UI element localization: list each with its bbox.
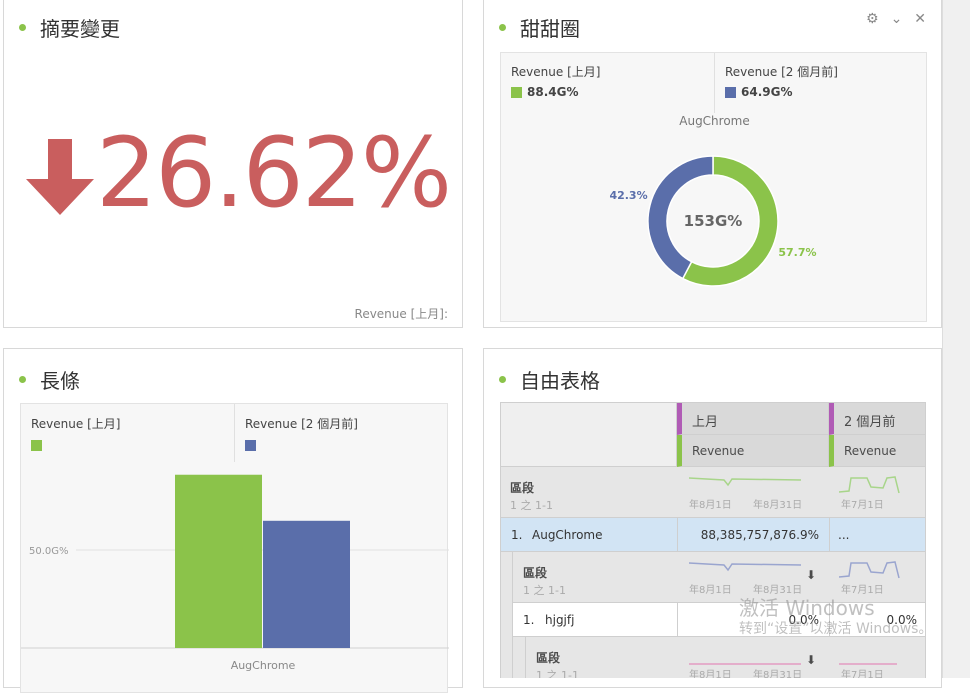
slice-label: 42.3%	[609, 189, 647, 202]
metric-header[interactable]: Revenue	[829, 435, 925, 467]
bar[interactable]	[175, 474, 262, 648]
row-label: AugChrome	[532, 528, 603, 542]
arrow-down-icon	[26, 139, 94, 215]
status-dot-icon	[19, 376, 26, 383]
bar[interactable]	[263, 520, 350, 648]
table-title: 自由表格	[520, 369, 600, 393]
sparkline	[689, 477, 801, 487]
panel-title: 甜甜圈	[499, 13, 580, 42]
donut-chart-area: Revenue [上月] 88.4G% Revenue [2 個月前] 64.9G%…	[500, 52, 927, 322]
chevron-down-icon[interactable]: ⌄	[891, 11, 903, 27]
summary-footer: Revenue [上月]:	[354, 307, 448, 321]
panel-title: 自由表格	[499, 365, 600, 394]
segment-label: 區段	[510, 481, 535, 495]
bar-panel: 長條 Revenue [上月] Revenue [2 個月前] 50.0G% Au…	[3, 348, 463, 693]
table-row[interactable]: 1. AugChrome 88,385,757,876.9% ...	[501, 518, 925, 552]
sparkline	[839, 561, 900, 579]
sort-down-icon[interactable]: ⬇	[806, 653, 816, 667]
segment-header: 區段 1 之 1-1 ⬇ 年8月1日 年8月31日 年7月1日	[526, 637, 925, 678]
sparkline	[689, 562, 801, 572]
change-value: 26.62%	[96, 117, 452, 229]
row-label: hjgjfj	[545, 613, 575, 627]
metric-header[interactable]: Revenue	[677, 435, 829, 467]
activation-watermark: 激活 Windows	[739, 596, 875, 620]
activation-watermark-sub: 转到“设置”以激活 Windows。	[739, 621, 933, 637]
status-dot-icon	[19, 24, 26, 31]
donut-chart: 57.7% 42.3% 153G%	[609, 155, 817, 287]
segment-header: 區段 1 之 1-1 年8月1日 年8月31日 年7月1日	[501, 467, 925, 518]
y-tick-label: 50.0G%	[29, 546, 69, 557]
status-dot-icon	[499, 24, 506, 31]
slice-label: 57.7%	[778, 246, 816, 259]
summary-change-panel: 摘要變更 26.62% Revenue [上月]:	[3, 0, 463, 328]
donut-panel: 甜甜圈 ⚙ ⌄ ✕ Revenue [上月] 88.4G% Revenue [2 個月…	[483, 0, 942, 328]
panel-title: 摘要變更	[19, 13, 120, 42]
x-tick-label: AugChrome	[231, 659, 296, 672]
sparkline	[839, 476, 900, 494]
close-icon[interactable]: ✕	[914, 11, 926, 27]
table-corner	[501, 403, 677, 467]
bar-chart: 50.0G% AugChrome	[21, 474, 449, 672]
donut-center-label: 153G%	[684, 212, 743, 230]
segment-count: 1 之 1-1	[510, 499, 553, 512]
scrollbar[interactable]	[942, 0, 970, 678]
donut-title: 甜甜圈	[520, 17, 580, 41]
bar-title: 長條	[40, 369, 80, 393]
column-header-last-month[interactable]: 上月	[677, 403, 829, 435]
panel-title: 長條	[19, 365, 80, 394]
bar-chart-area: Revenue [上月] Revenue [2 個月前] 50.0G% AugCh…	[20, 403, 449, 693]
gear-icon[interactable]: ⚙	[866, 11, 879, 27]
status-dot-icon	[499, 376, 506, 383]
summary-title: 摘要變更	[40, 17, 120, 41]
column-header-two-months[interactable]: 2 個月前	[829, 403, 925, 435]
sort-down-icon[interactable]: ⬇	[806, 568, 816, 582]
cell-value: 88,385,757,876.9%	[700, 528, 819, 542]
cell-value: ...	[838, 528, 850, 542]
